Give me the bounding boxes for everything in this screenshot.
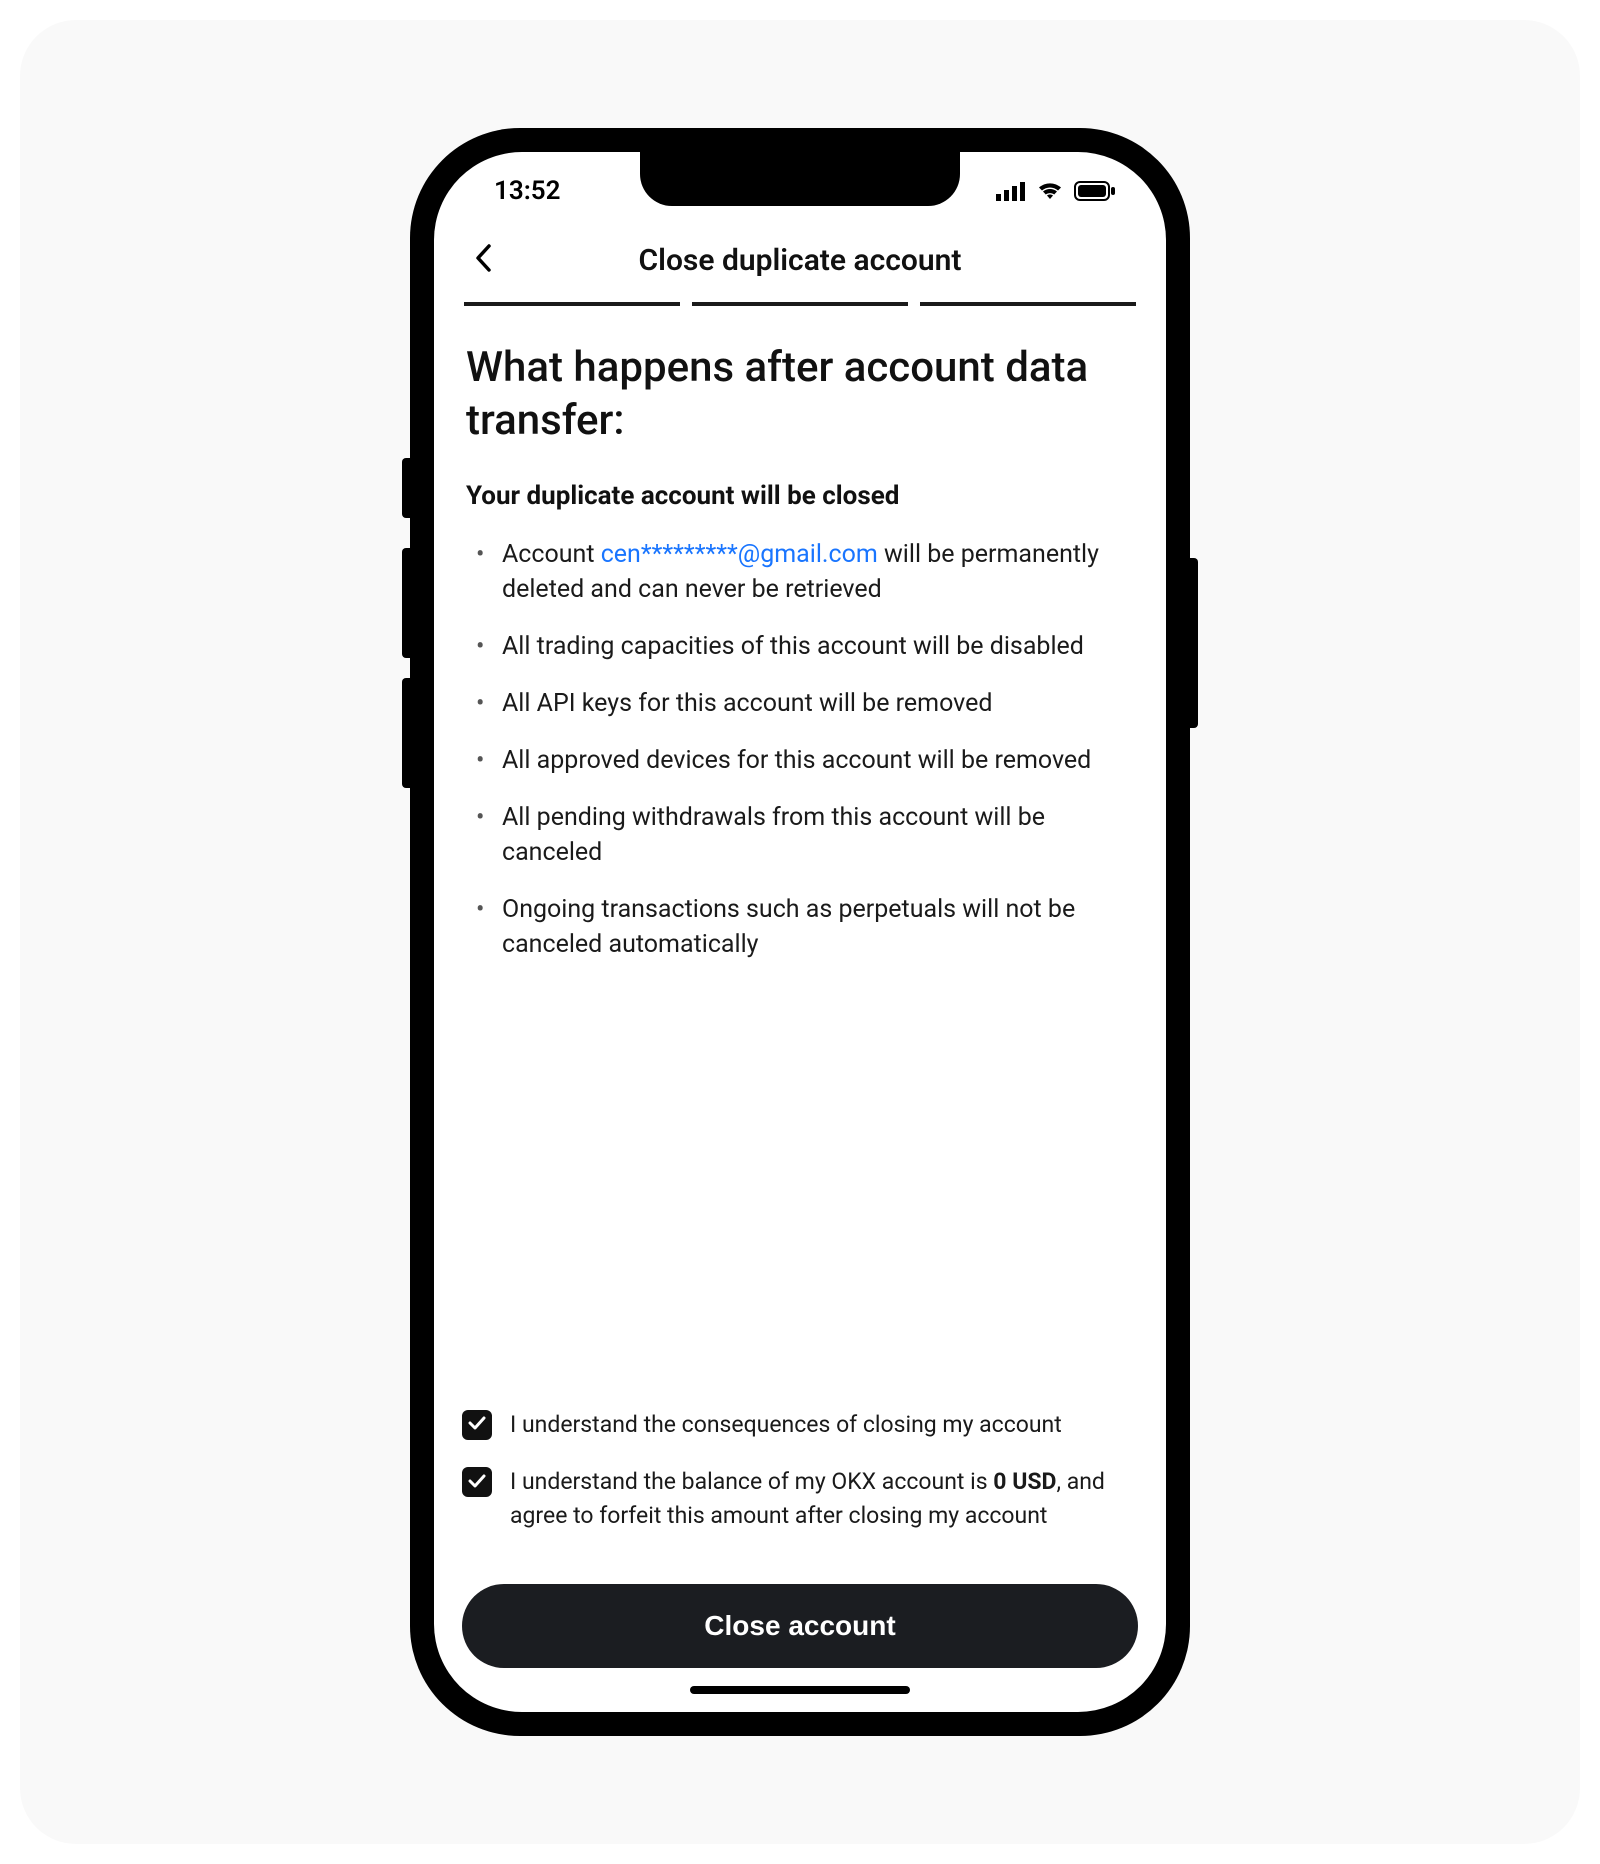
- consent2-amount: 0 USD: [993, 1468, 1056, 1495]
- consent-text-1: I understand the consequences of closing…: [510, 1408, 1062, 1441]
- list-item: Account cen*********@gmail.com will be p…: [466, 537, 1134, 607]
- page-title: Close duplicate account: [434, 243, 1166, 278]
- consent2-pre: I understand the balance of my OKX accou…: [510, 1468, 993, 1495]
- back-button[interactable]: [462, 238, 506, 282]
- check-icon: [468, 1473, 486, 1492]
- list-item: All approved devices for this account wi…: [466, 743, 1134, 778]
- phone-screen: 13:52: [434, 152, 1166, 1712]
- check-icon: [468, 1415, 486, 1434]
- list-item: All API keys for this account will be re…: [466, 686, 1134, 721]
- consequences-list: Account cen*********@gmail.com will be p…: [466, 537, 1134, 984]
- close-account-button[interactable]: Close account: [462, 1584, 1138, 1668]
- progress-indicator: [434, 302, 1166, 342]
- main-content: What happens after account data transfer…: [434, 342, 1166, 1408]
- heading: What happens after account data transfer…: [466, 342, 1134, 447]
- home-indicator[interactable]: [690, 1686, 910, 1694]
- status-right: [996, 181, 1116, 201]
- cellular-icon: [996, 181, 1026, 201]
- notch: [640, 152, 960, 206]
- progress-step-1: [464, 302, 680, 306]
- progress-step-3: [920, 302, 1136, 306]
- wifi-icon: [1036, 181, 1064, 201]
- status-time: 13:52: [494, 176, 561, 206]
- chevron-left-icon: [474, 243, 494, 277]
- sub-heading: Your duplicate account will be closed: [466, 481, 1134, 511]
- phone-frame: 13:52: [410, 128, 1190, 1736]
- nav-header: Close duplicate account: [434, 230, 1166, 302]
- checkbox-consequences[interactable]: [462, 1410, 492, 1440]
- footer: I understand the consequences of closing…: [434, 1408, 1166, 1712]
- progress-step-2: [692, 302, 908, 306]
- list-item: All pending withdrawals from this accoun…: [466, 800, 1134, 870]
- consent-text-2: I understand the balance of my OKX accou…: [510, 1465, 1138, 1532]
- list-item: Ongoing transactions such as perpetuals …: [466, 892, 1134, 962]
- account-email-link[interactable]: cen*********@gmail.com: [601, 540, 878, 569]
- consent-row-1: I understand the consequences of closing…: [462, 1408, 1138, 1441]
- bullet-account-prefix: Account: [502, 540, 601, 569]
- outer-canvas: 13:52: [20, 20, 1580, 1844]
- battery-icon: [1074, 181, 1116, 201]
- consent-row-2: I understand the balance of my OKX accou…: [462, 1465, 1138, 1532]
- list-item: All trading capacities of this account w…: [466, 629, 1134, 664]
- checkbox-balance[interactable]: [462, 1467, 492, 1497]
